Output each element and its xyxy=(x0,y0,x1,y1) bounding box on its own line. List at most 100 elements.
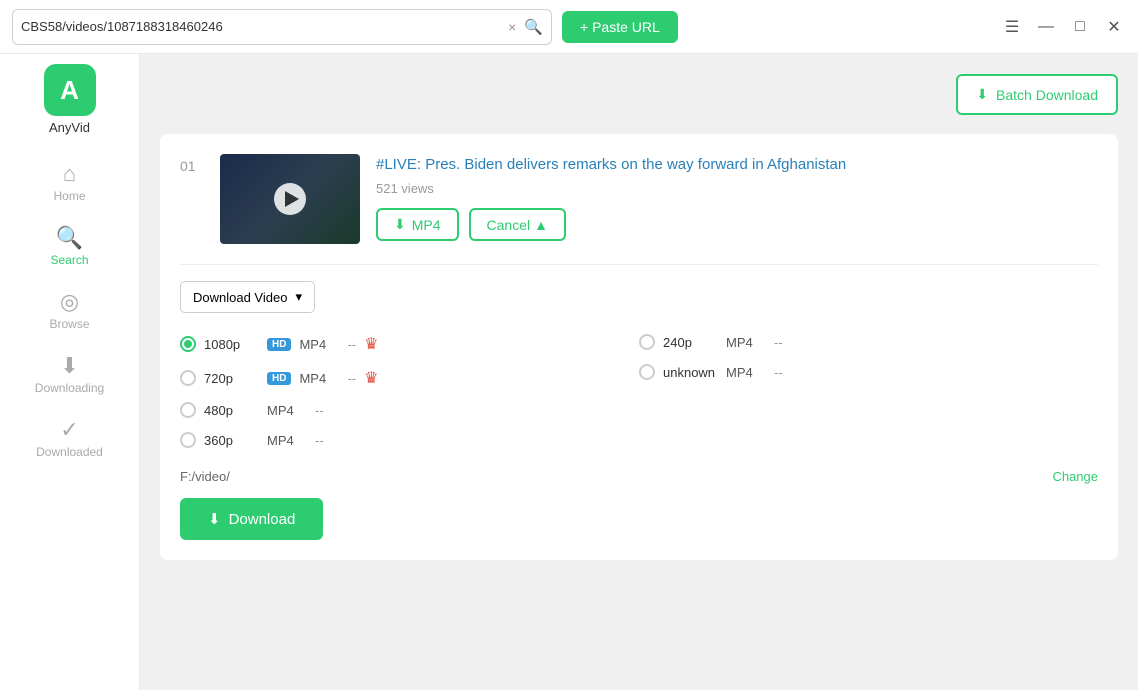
video-thumbnail[interactable] xyxy=(220,154,360,244)
resolution-row-1080p[interactable]: 1080p HD MP4 -- ♛ xyxy=(180,329,639,359)
resolution-col-right: 240p MP4 -- unknown MP4 -- xyxy=(639,329,1098,453)
video-card: 01 #LIVE: Pres. Biden delivers remarks o… xyxy=(160,134,1118,560)
video-actions: ⬇ MP4 Cancel ▲ xyxy=(376,208,1098,241)
format-label-720p: MP4 xyxy=(299,371,339,386)
titlebar: CBS58/videos/1087188318460246 × 🔍 + Past… xyxy=(0,0,1138,54)
radio-unknown[interactable] xyxy=(639,364,655,380)
resolution-row-240p[interactable]: 240p MP4 -- xyxy=(639,329,1098,355)
batch-download-icon: ⬇ xyxy=(976,86,988,103)
format-dropdown-label: Download Video xyxy=(193,290,287,305)
download-options: Download Video ▾ 1080p HD MP4 -- xyxy=(180,264,1098,540)
content-area: ⬇ Batch Download 01 #LIVE: Pres. Biden d… xyxy=(140,54,1138,690)
video-index: 01 xyxy=(180,154,204,174)
video-title: #LIVE: Pres. Biden delivers remarks on t… xyxy=(376,154,1098,175)
menu-button[interactable]: ☰ xyxy=(1000,15,1024,39)
downloading-icon: ⬇ xyxy=(60,355,78,377)
main-layout: A AnyVid ⌂ Home 🔍 Search ◎ Browse ⬇ Down… xyxy=(0,54,1138,690)
dash-240p: -- xyxy=(774,335,783,350)
path-row: F:/video/ Change xyxy=(180,469,1098,484)
window-controls: ☰ — □ ✕ xyxy=(1000,15,1126,39)
format-dropdown[interactable]: Download Video ▾ xyxy=(180,281,315,313)
resolution-row-720p[interactable]: 720p HD MP4 -- ♛ xyxy=(180,363,639,393)
format-label-480p: MP4 xyxy=(267,403,307,418)
mp4-download-button[interactable]: ⬇ MP4 xyxy=(376,208,459,241)
sidebar-item-downloading-label: Downloading xyxy=(35,381,104,395)
cancel-label: Cancel xyxy=(487,217,531,233)
radio-1080p[interactable] xyxy=(180,336,196,352)
res-label-480p: 480p xyxy=(204,403,259,418)
search-url-button[interactable]: 🔍 xyxy=(524,18,543,36)
dash-unknown: -- xyxy=(774,365,783,380)
download-btn-label: Download xyxy=(229,511,296,528)
batch-download-button[interactable]: ⬇ Batch Download xyxy=(956,74,1118,115)
radio-480p[interactable] xyxy=(180,402,196,418)
clear-url-button[interactable]: × xyxy=(506,17,518,37)
minimize-button[interactable]: — xyxy=(1034,15,1058,39)
resolution-grid: 1080p HD MP4 -- ♛ 720p HD MP4 -- xyxy=(180,329,1098,453)
sidebar-item-downloaded[interactable]: ✓ Downloaded xyxy=(0,407,139,471)
sidebar-item-home-label: Home xyxy=(53,189,85,203)
hd-badge-720p: HD xyxy=(267,372,291,385)
play-triangle-icon xyxy=(285,191,299,207)
radio-240p[interactable] xyxy=(639,334,655,350)
sidebar-item-browse[interactable]: ◎ Browse xyxy=(0,279,139,343)
play-button[interactable] xyxy=(274,183,306,215)
close-button[interactable]: ✕ xyxy=(1102,15,1126,39)
sidebar-item-search[interactable]: 🔍 Search xyxy=(0,215,139,279)
downloaded-icon: ✓ xyxy=(60,419,78,441)
format-label-240p: MP4 xyxy=(726,335,766,350)
cancel-button[interactable]: Cancel ▲ xyxy=(469,208,566,241)
paste-url-button[interactable]: + Paste URL xyxy=(562,11,678,43)
url-bar: CBS58/videos/1087188318460246 × 🔍 xyxy=(12,9,552,45)
change-path-link[interactable]: Change xyxy=(1052,469,1098,484)
thumbnail-bg xyxy=(220,154,360,244)
download-btn-icon: ⬇ xyxy=(208,510,221,528)
sidebar-item-home[interactable]: ⌂ Home xyxy=(0,151,139,215)
video-info: #LIVE: Pres. Biden delivers remarks on t… xyxy=(376,154,1098,241)
res-label-720p: 720p xyxy=(204,371,259,386)
dash-480p: -- xyxy=(315,403,324,418)
batch-download-label: Batch Download xyxy=(996,87,1098,103)
format-label-1080p: MP4 xyxy=(299,337,339,352)
format-label-360p: MP4 xyxy=(267,433,307,448)
mp4-label: MP4 xyxy=(412,217,441,233)
browse-icon: ◎ xyxy=(60,291,79,313)
res-label-1080p: 1080p xyxy=(204,337,259,352)
url-text: CBS58/videos/1087188318460246 xyxy=(21,19,500,34)
sidebar-item-downloaded-label: Downloaded xyxy=(36,445,103,459)
format-select-row: Download Video ▾ xyxy=(180,281,1098,313)
sidebar-item-downloading[interactable]: ⬇ Downloading xyxy=(0,343,139,407)
video-views: 521 views xyxy=(376,181,1098,196)
download-button[interactable]: ⬇ Download xyxy=(180,498,323,540)
save-path: F:/video/ xyxy=(180,469,230,484)
radio-360p[interactable] xyxy=(180,432,196,448)
logo-letter: A xyxy=(60,75,79,106)
dash-360p: -- xyxy=(315,433,324,448)
res-label-240p: 240p xyxy=(663,335,718,350)
paste-url-label: + Paste URL xyxy=(580,19,660,35)
resolution-row-unknown[interactable]: unknown MP4 -- xyxy=(639,359,1098,385)
sidebar-item-search-label: Search xyxy=(50,253,88,267)
format-label-unknown: MP4 xyxy=(726,365,766,380)
maximize-button[interactable]: □ xyxy=(1068,15,1092,39)
app-logo: A xyxy=(44,64,96,116)
video-header: 01 #LIVE: Pres. Biden delivers remarks o… xyxy=(180,154,1098,244)
resolution-row-360p[interactable]: 360p MP4 -- xyxy=(180,427,639,453)
app-name: AnyVid xyxy=(49,120,90,135)
radio-720p[interactable] xyxy=(180,370,196,386)
res-label-360p: 360p xyxy=(204,433,259,448)
resolution-col-left: 1080p HD MP4 -- ♛ 720p HD MP4 -- xyxy=(180,329,639,453)
crown-icon-720p: ♛ xyxy=(364,368,378,388)
chevron-down-icon: ▾ xyxy=(295,289,302,305)
search-icon: 🔍 xyxy=(56,227,83,249)
dash-720p: -- xyxy=(347,371,356,386)
dash-1080p: -- xyxy=(347,337,356,352)
hd-badge-1080p: HD xyxy=(267,338,291,351)
download-arrow-icon: ⬇ xyxy=(394,216,406,233)
sidebar: A AnyVid ⌂ Home 🔍 Search ◎ Browse ⬇ Down… xyxy=(0,54,140,690)
resolution-row-480p[interactable]: 480p MP4 -- xyxy=(180,397,639,423)
home-icon: ⌂ xyxy=(63,163,76,185)
crown-icon-1080p: ♛ xyxy=(364,334,378,354)
chevron-up-icon: ▲ xyxy=(534,217,548,233)
res-label-unknown: unknown xyxy=(663,365,718,380)
